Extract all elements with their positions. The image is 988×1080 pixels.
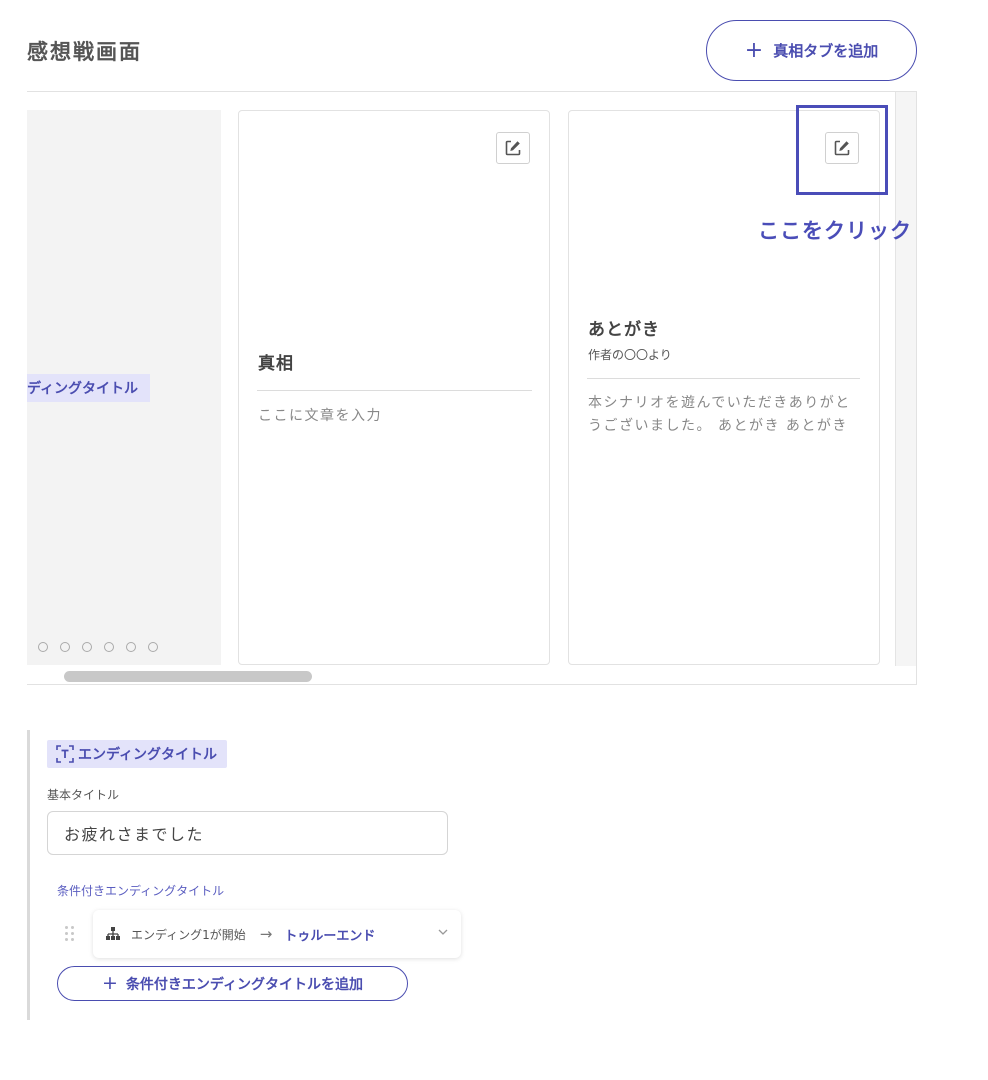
condition-text: エンディング1が開始 (131, 927, 246, 942)
edit-button[interactable] (496, 132, 530, 164)
dot-indicator[interactable] (82, 642, 92, 652)
plus-icon: + (744, 37, 764, 63)
conditional-title-row[interactable]: エンディング1が開始 → トゥルーエンド (93, 910, 461, 958)
card-title: あとがき (588, 320, 660, 340)
cards-scroll-container[interactable]: ディングタイトル 真相 ここに文章を入力 あとがき 作者の〇〇より 本シナリオを… (27, 91, 917, 685)
card-truth[interactable]: 真相 ここに文章を入力 (238, 110, 550, 665)
dot-indicator[interactable] (104, 642, 114, 652)
card-divider (257, 390, 532, 391)
card-subtitle: 作者の〇〇より (588, 348, 672, 362)
click-highlight-box (796, 105, 888, 195)
dot-indicator[interactable] (148, 642, 158, 652)
dot-indicator[interactable] (126, 642, 136, 652)
dot-indicators (38, 642, 158, 652)
plus-icon: + (102, 972, 118, 994)
conditional-title-label: 条件付きエンディングタイトル (57, 884, 225, 898)
horizontal-scrollbar-thumb[interactable] (64, 671, 312, 682)
page-title: 感想戦画面 (27, 40, 142, 64)
edit-icon (505, 140, 521, 156)
card-body-text: ここに文章を入力 (258, 408, 382, 424)
add-conditional-title-label: 条件付きエンディングタイトルを追加 (125, 976, 363, 993)
add-truth-tab-button[interactable]: + 真相タブを追加 (706, 20, 917, 81)
click-callout: ここをクリック (758, 219, 912, 243)
text-frame-icon (56, 745, 74, 763)
ending-title-tag: エンディングタイトル (47, 740, 228, 768)
basic-title-input[interactable] (47, 811, 448, 855)
dot-indicator[interactable] (38, 642, 48, 652)
chevron-down-icon[interactable] (437, 926, 449, 938)
ending-title-tag-label: エンディングタイトル (78, 747, 218, 763)
card-body-text: 本シナリオを遊んでいただきありがとうございました。 あとがき あとがき (588, 395, 851, 434)
ending-title-section: エンディングタイトル 基本タイトル 条件付きエンディングタイトル エンディング1… (27, 730, 477, 1020)
vertical-scroll-track (895, 92, 916, 666)
dot-indicator[interactable] (60, 642, 70, 652)
card-ending-partial[interactable]: ディングタイトル (27, 110, 221, 665)
add-conditional-title-button[interactable]: + 条件付きエンディングタイトルを追加 (57, 966, 408, 1001)
arrow-right-icon: → (259, 925, 273, 943)
drag-handle-icon[interactable] (65, 926, 74, 941)
condition-result: トゥルーエンド (284, 928, 376, 944)
basic-title-label: 基本タイトル (47, 788, 120, 802)
card-title: 真相 (258, 354, 294, 374)
card-divider (587, 378, 860, 379)
ending-title-tag: ディングタイトル (27, 374, 151, 402)
add-truth-tab-label: 真相タブを追加 (773, 42, 879, 60)
tree-icon (106, 927, 120, 940)
